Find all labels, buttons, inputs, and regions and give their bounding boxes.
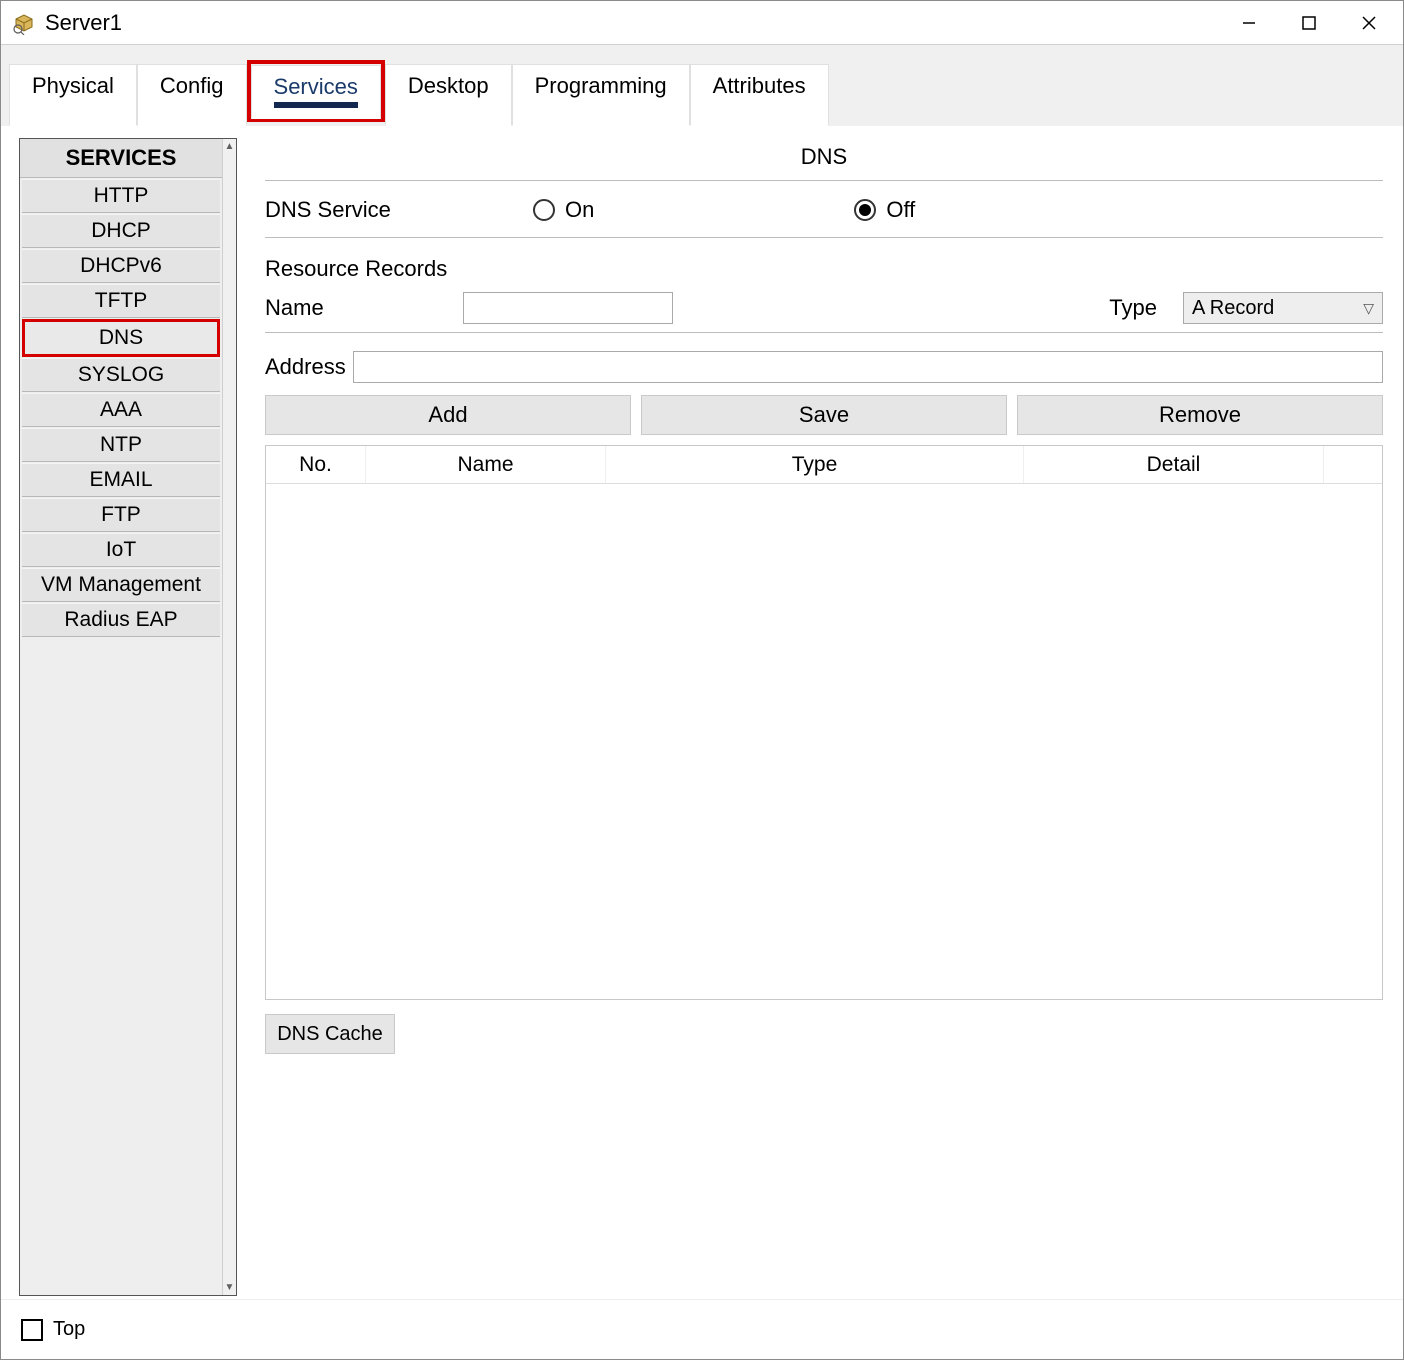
radio-off[interactable]: Off — [854, 197, 915, 223]
tab-attributes[interactable]: Attributes — [690, 64, 829, 126]
tab-active-underline — [274, 102, 358, 108]
maximize-button[interactable] — [1279, 1, 1339, 45]
record-buttons-row: Add Save Remove — [265, 395, 1383, 435]
tab-desktop[interactable]: Desktop — [385, 64, 512, 126]
sidebar-item-ntp[interactable]: NTP — [22, 428, 220, 462]
content-area: SERVICES HTTP DHCP DHCPv6 TFTP DNS SYSLO… — [1, 126, 1403, 1296]
grid-header: No. Name Type Detail — [266, 446, 1382, 484]
sidebar-item-tftp[interactable]: TFTP — [22, 284, 220, 318]
dns-service-radio-group: On Off — [525, 197, 1383, 223]
top-checkbox[interactable] — [21, 1319, 43, 1341]
scroll-down-icon[interactable]: ▼ — [225, 1282, 235, 1293]
scroll-up-icon[interactable]: ▲ — [225, 141, 235, 152]
tab-programming[interactable]: Programming — [512, 64, 690, 126]
type-select[interactable]: A Record ▽ — [1183, 292, 1383, 324]
dns-pane: DNS DNS Service On Off Resource Records — [265, 138, 1383, 1296]
tab-services[interactable]: Services — [251, 65, 381, 119]
footer: Top — [1, 1299, 1403, 1359]
tab-label: Attributes — [713, 73, 806, 98]
highlight-services: Services — [247, 60, 385, 122]
tab-label: Desktop — [408, 73, 489, 98]
resource-records-label: Resource Records — [265, 256, 1383, 282]
sidebar-list: SERVICES HTTP DHCP DHCPv6 TFTP DNS SYSLO… — [20, 139, 222, 1295]
app-icon — [11, 10, 37, 36]
radio-on[interactable]: On — [533, 197, 594, 223]
minimize-button[interactable] — [1219, 1, 1279, 45]
address-input[interactable] — [353, 351, 1383, 383]
address-label: Address — [265, 354, 343, 380]
sidebar-item-syslog[interactable]: SYSLOG — [22, 358, 220, 392]
add-button[interactable]: Add — [265, 395, 631, 435]
tab-config[interactable]: Config — [137, 64, 247, 126]
type-selected-value: A Record — [1192, 297, 1274, 320]
type-label: Type — [1109, 295, 1157, 321]
name-type-row: Name Type A Record ▽ — [265, 292, 1383, 324]
window-title: Server1 — [45, 10, 122, 36]
grid-header-type[interactable]: Type — [606, 446, 1024, 483]
radio-off-indicator — [854, 199, 876, 221]
grid-header-detail[interactable]: Detail — [1024, 446, 1324, 483]
name-label: Name — [265, 295, 445, 321]
sidebar-item-ftp[interactable]: FTP — [22, 498, 220, 532]
pane-title: DNS — [265, 138, 1383, 172]
separator — [265, 237, 1383, 238]
sidebar-item-email[interactable]: EMAIL — [22, 463, 220, 497]
tab-label: Services — [274, 74, 358, 99]
radio-on-label: On — [565, 197, 594, 223]
sidebar-item-http[interactable]: HTTP — [22, 179, 220, 213]
sidebar-item-aaa[interactable]: AAA — [22, 393, 220, 427]
tab-label: Config — [160, 73, 224, 98]
radio-on-indicator — [533, 199, 555, 221]
tabstrip: Physical Config Services Desktop Program… — [1, 45, 1403, 126]
name-input[interactable] — [463, 292, 673, 324]
grid-header-spacer — [1324, 446, 1382, 483]
address-row: Address — [265, 351, 1383, 383]
dns-service-label: DNS Service — [265, 197, 525, 223]
chevron-down-icon: ▽ — [1363, 300, 1374, 317]
save-button[interactable]: Save — [641, 395, 1007, 435]
tab-physical[interactable]: Physical — [9, 64, 137, 126]
sidebar-item-vm-management[interactable]: VM Management — [22, 568, 220, 602]
dns-cache-button[interactable]: DNS Cache — [265, 1014, 395, 1054]
titlebar: Server1 — [1, 1, 1403, 45]
records-grid: No. Name Type Detail — [265, 445, 1383, 1000]
sidebar-item-dns[interactable]: DNS — [22, 319, 220, 357]
tab-label: Programming — [535, 73, 667, 98]
separator — [265, 332, 1383, 333]
app-window: Server1 Physical Config Services Desktop… — [0, 0, 1404, 1360]
remove-button[interactable]: Remove — [1017, 395, 1383, 435]
sidebar-item-iot[interactable]: IoT — [22, 533, 220, 567]
sidebar-header: SERVICES — [20, 139, 222, 178]
grid-header-name[interactable]: Name — [366, 446, 606, 483]
sidebar-item-dhcp[interactable]: DHCP — [22, 214, 220, 248]
dns-service-row: DNS Service On Off — [265, 191, 1383, 229]
close-button[interactable] — [1339, 1, 1399, 45]
radio-off-label: Off — [886, 197, 915, 223]
sidebar-item-radius-eap[interactable]: Radius EAP — [22, 603, 220, 637]
services-sidebar: SERVICES HTTP DHCP DHCPv6 TFTP DNS SYSLO… — [19, 138, 237, 1296]
separator — [265, 180, 1383, 181]
top-label: Top — [53, 1318, 85, 1341]
sidebar-item-dhcpv6[interactable]: DHCPv6 — [22, 249, 220, 283]
tab-label: Physical — [32, 73, 114, 98]
sidebar-scrollbar[interactable]: ▲ ▼ — [222, 139, 236, 1295]
grid-header-no[interactable]: No. — [266, 446, 366, 483]
